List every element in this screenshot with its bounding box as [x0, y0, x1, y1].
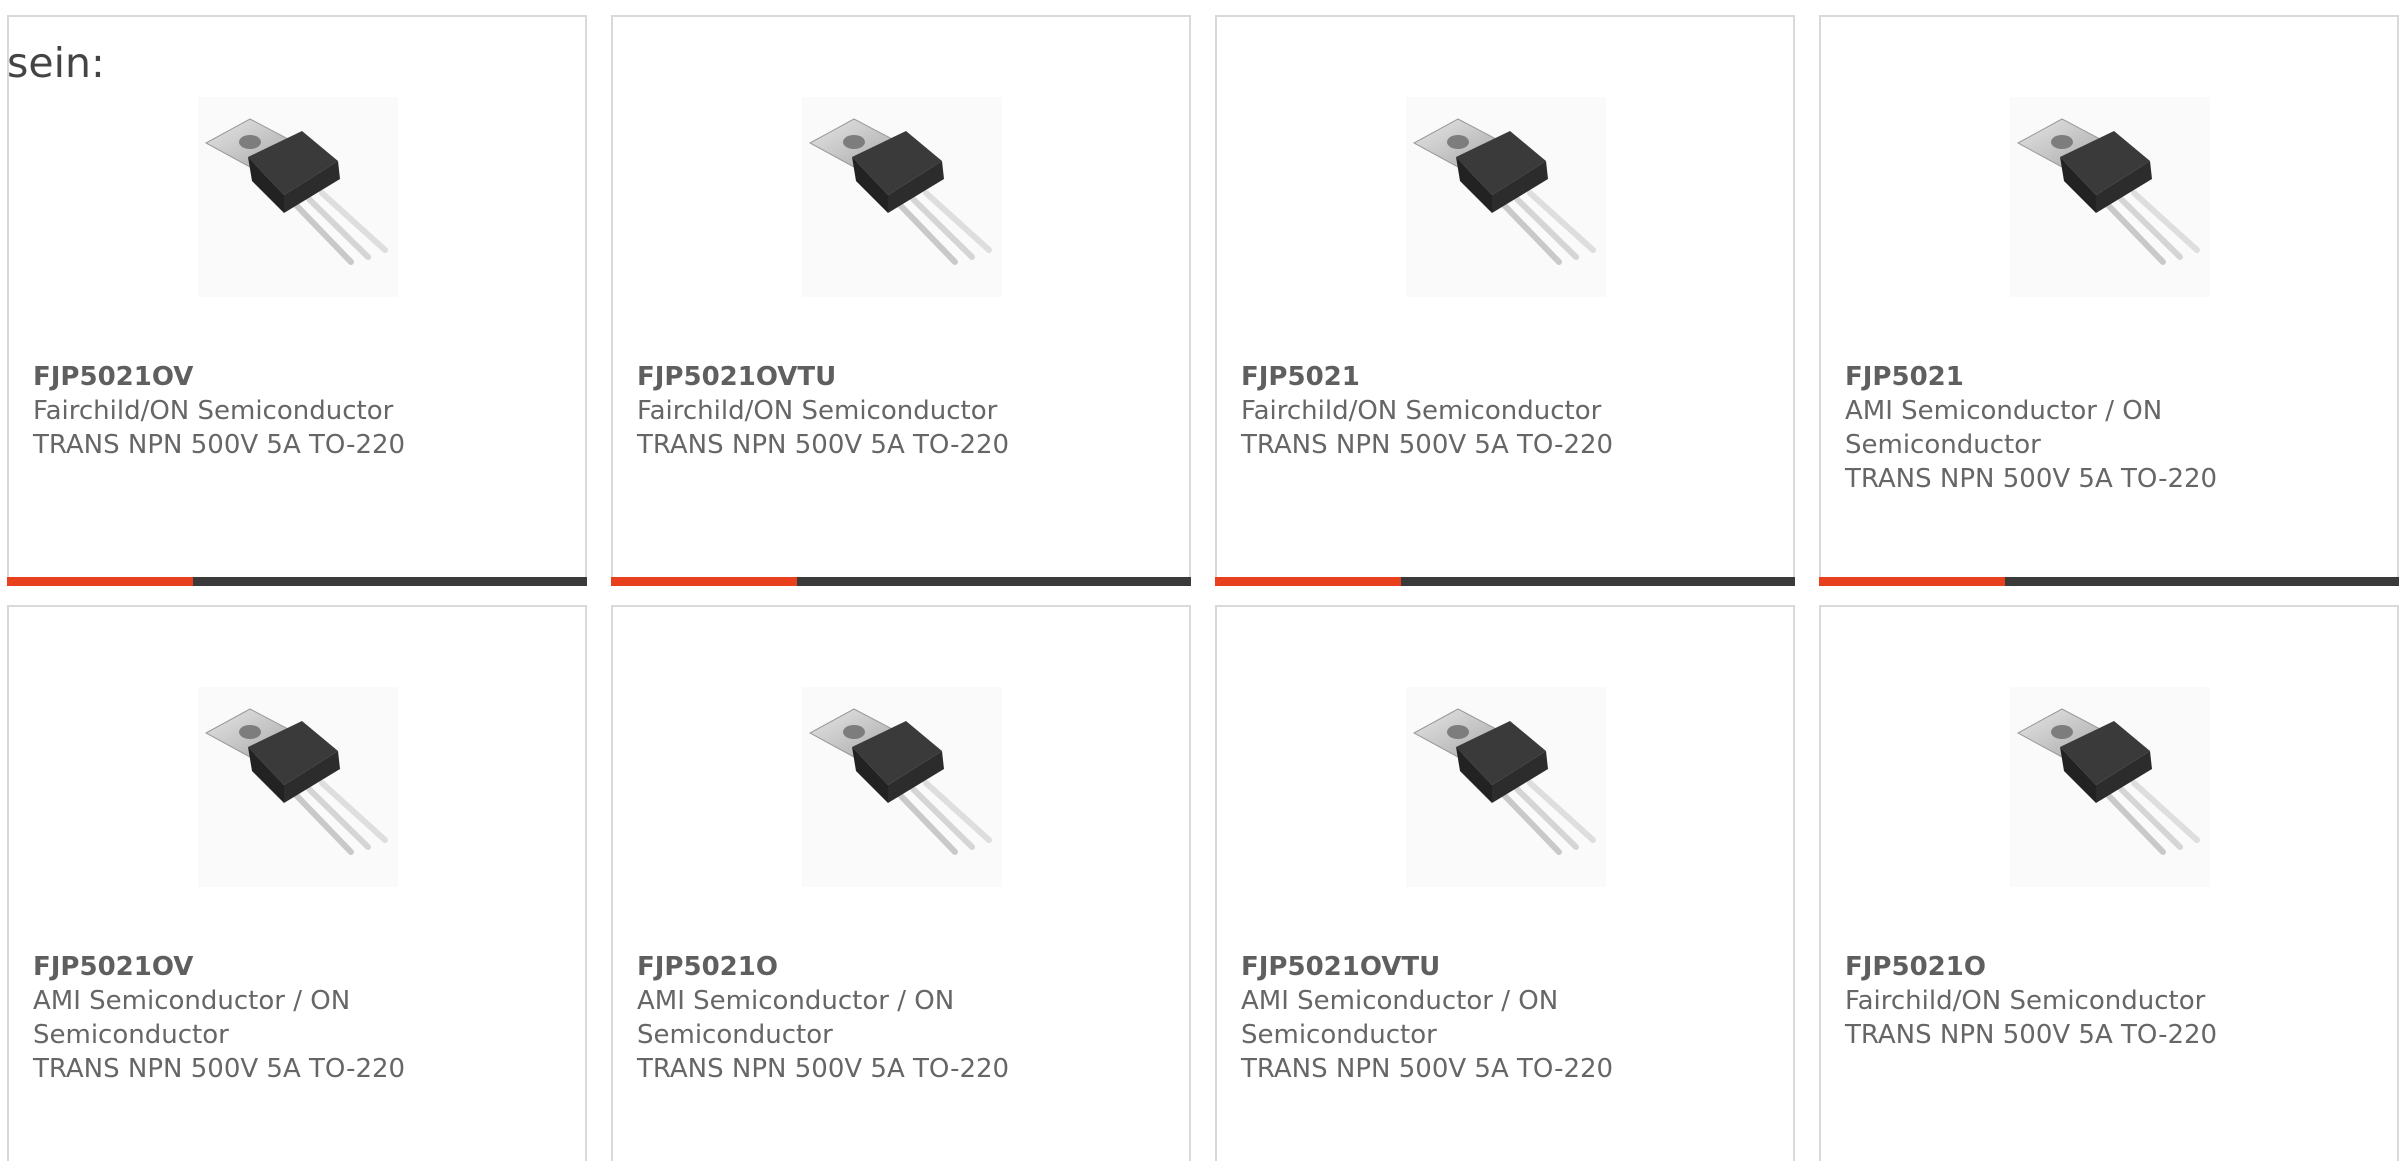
description-label: TRANS NPN 500V 5A TO-220 [33, 1054, 406, 1084]
manufacturer-label: AMI Semiconductor / ON Semiconductor [1241, 986, 1559, 1050]
part-number-link[interactable]: FJP5021OVTU [1241, 950, 1761, 984]
manufacturer-label: Fairchild/ON Semiconductor [1241, 396, 1602, 426]
transistor-to220-image [1406, 687, 1606, 887]
product-card[interactable]: FJP5021OVTU AMI Semiconductor / ON Semic… [1215, 605, 1795, 1161]
product-info: FJP5021O Fairchild/ON Semiconductor TRAN… [1845, 950, 2365, 1052]
manufacturer-label: AMI Semiconductor / ON Semiconductor [637, 986, 955, 1050]
description-label: TRANS NPN 500V 5A TO-220 [1241, 430, 1614, 460]
part-number-link[interactable]: FJP5021 [1845, 360, 2365, 394]
part-number-link[interactable]: FJP5021OVTU [637, 360, 1157, 394]
product-info: FJP5021OVTU AMI Semiconductor / ON Semic… [1241, 950, 1761, 1086]
progress-bar-fill [1215, 577, 1401, 586]
manufacturer-label: AMI Semiconductor / ON Semiconductor [1845, 396, 2163, 460]
product-info: FJP5021OV Fairchild/ON Semiconductor TRA… [33, 360, 553, 462]
transistor-to220-image [2010, 687, 2210, 887]
part-number-link[interactable]: FJP5021OV [33, 950, 553, 984]
product-card[interactable]: FJP5021 Fairchild/ON Semiconductor TRANS… [1215, 15, 1795, 586]
description-label: TRANS NPN 500V 5A TO-220 [1845, 1020, 2218, 1050]
progress-bar [611, 577, 1191, 586]
part-number-link[interactable]: FJP5021O [637, 950, 1157, 984]
intro-text: sein: [7, 39, 105, 87]
transistor-to220-image [2010, 97, 2210, 297]
product-grid-page: sein: FJP5021OV Fairchild/ON Semiconduct… [0, 0, 2400, 1161]
transistor-to220-image [198, 97, 398, 297]
product-info: FJP5021 Fairchild/ON Semiconductor TRANS… [1241, 360, 1761, 462]
progress-bar-fill [611, 577, 797, 586]
product-card[interactable]: FJP5021OV Fairchild/ON Semiconductor TRA… [7, 15, 587, 586]
manufacturer-label: Fairchild/ON Semiconductor [1845, 986, 2206, 1016]
product-card[interactable]: FJP5021 AMI Semiconductor / ON Semicondu… [1819, 15, 2399, 586]
product-card[interactable]: FJP5021OV AMI Semiconductor / ON Semicon… [7, 605, 587, 1161]
manufacturer-label: AMI Semiconductor / ON Semiconductor [33, 986, 351, 1050]
product-info: FJP5021O AMI Semiconductor / ON Semicond… [637, 950, 1157, 1086]
part-number-link[interactable]: FJP5021OV [33, 360, 553, 394]
product-card[interactable]: FJP5021OVTU Fairchild/ON Semiconductor T… [611, 15, 1191, 586]
description-label: TRANS NPN 500V 5A TO-220 [33, 430, 406, 460]
transistor-to220-image [1406, 97, 1606, 297]
transistor-to220-image [802, 97, 1002, 297]
progress-bar [1215, 577, 1795, 586]
part-number-link[interactable]: FJP5021 [1241, 360, 1761, 394]
description-label: TRANS NPN 500V 5A TO-220 [637, 1054, 1010, 1084]
description-label: TRANS NPN 500V 5A TO-220 [637, 430, 1010, 460]
progress-bar [7, 577, 587, 586]
product-card[interactable]: FJP5021O AMI Semiconductor / ON Semicond… [611, 605, 1191, 1161]
product-info: FJP5021 AMI Semiconductor / ON Semicondu… [1845, 360, 2365, 496]
progress-bar-fill [7, 577, 193, 586]
product-grid: FJP5021OV Fairchild/ON Semiconductor TRA… [0, 0, 2400, 1161]
transistor-to220-image [802, 687, 1002, 887]
description-label: TRANS NPN 500V 5A TO-220 [1241, 1054, 1614, 1084]
product-card[interactable]: FJP5021O Fairchild/ON Semiconductor TRAN… [1819, 605, 2399, 1161]
progress-bar-fill [1819, 577, 2005, 586]
part-number-link[interactable]: FJP5021O [1845, 950, 2365, 984]
product-info: FJP5021OVTU Fairchild/ON Semiconductor T… [637, 360, 1157, 462]
product-info: FJP5021OV AMI Semiconductor / ON Semicon… [33, 950, 553, 1086]
manufacturer-label: Fairchild/ON Semiconductor [33, 396, 394, 426]
description-label: TRANS NPN 500V 5A TO-220 [1845, 464, 2218, 494]
manufacturer-label: Fairchild/ON Semiconductor [637, 396, 998, 426]
transistor-to220-image [198, 687, 398, 887]
progress-bar [1819, 577, 2399, 586]
